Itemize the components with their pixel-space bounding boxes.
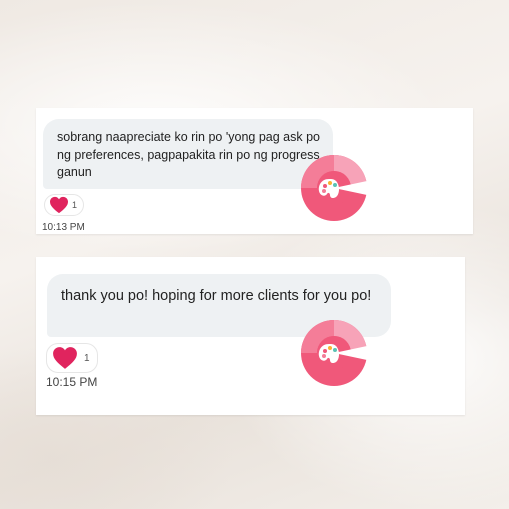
message-card: sobrang naapreciate ko rin po 'yong pag …	[36, 108, 473, 234]
reaction-count: 1	[72, 200, 78, 210]
message-timestamp: 10:15 PM	[46, 375, 98, 389]
message-timestamp: 10:13 PM	[42, 222, 85, 233]
palette-logo-icon	[301, 320, 367, 386]
message-bubble: sobrang naapreciate ko rin po 'yong pag …	[43, 119, 333, 189]
palette-logo-icon	[301, 155, 367, 221]
reaction-badge[interactable]: 1	[46, 343, 98, 373]
heart-icon	[49, 196, 69, 214]
reaction-count: 1	[84, 352, 90, 364]
heart-icon	[52, 346, 78, 370]
message-card: thank you po! hoping for more clients fo…	[36, 257, 465, 415]
reaction-badge[interactable]: 1	[44, 194, 84, 216]
background	[0, 0, 509, 509]
